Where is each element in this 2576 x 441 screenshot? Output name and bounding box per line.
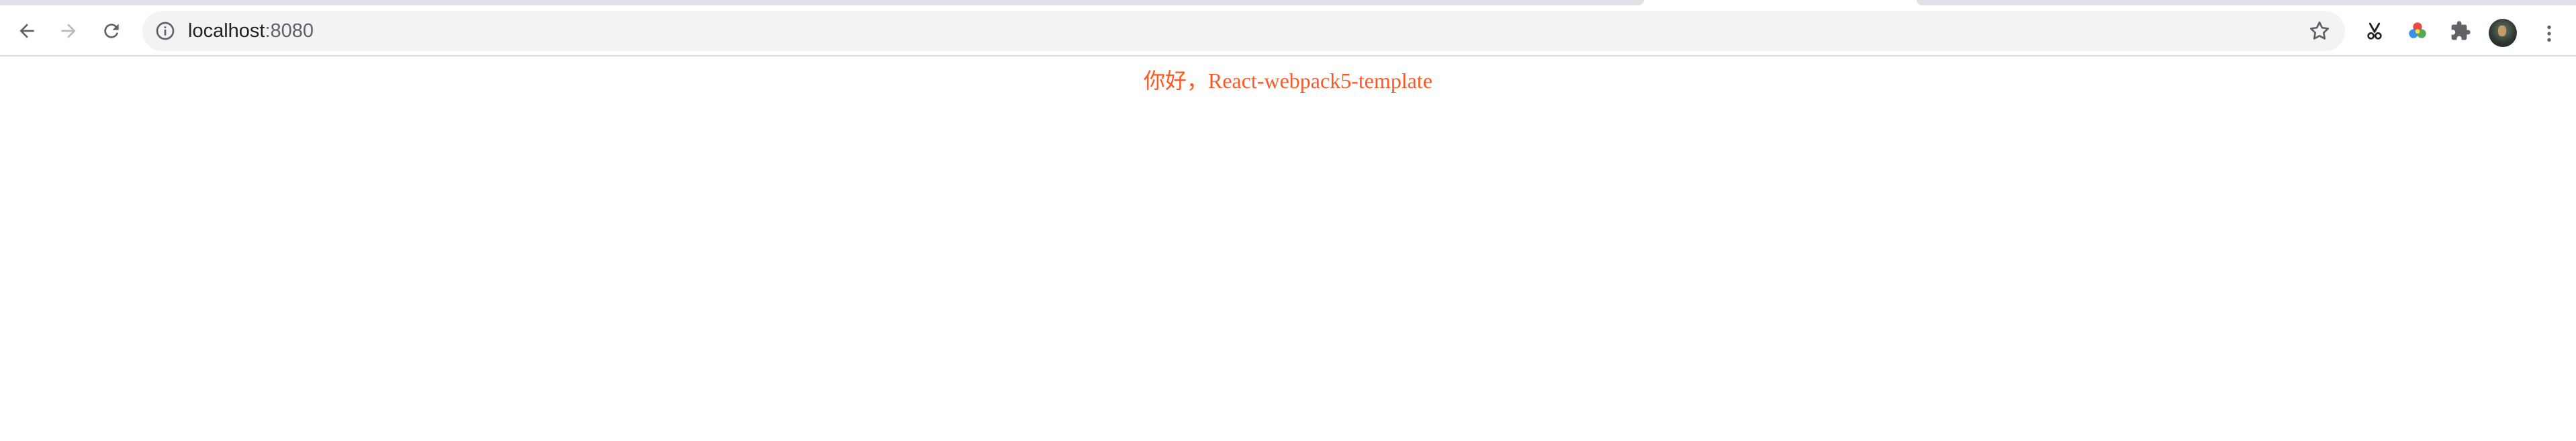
back-button[interactable]	[8, 12, 46, 50]
kebab-menu-icon	[2547, 26, 2551, 42]
url-port: :8080	[265, 20, 314, 42]
page-content: 你好，React-webpack5-template	[0, 56, 2576, 441]
url-host: localhost	[188, 20, 265, 42]
inactive-tab-left[interactable]	[0, 0, 1644, 5]
star-outline-icon[interactable]	[2307, 19, 2332, 43]
info-circle-icon[interactable]	[154, 20, 176, 42]
extension-scissors-button[interactable]	[2357, 13, 2392, 48]
extension-color-button[interactable]	[2400, 13, 2435, 48]
puzzle-piece-icon	[2451, 21, 2471, 40]
inactive-tab-right[interactable]	[1917, 0, 2576, 5]
reload-icon	[104, 24, 119, 38]
scissors-icon	[2367, 22, 2382, 40]
profile-avatar[interactable]	[2489, 19, 2517, 47]
greeting-text: 你好，React-webpack5-template	[1143, 69, 1433, 93]
address-bar[interactable]: localhost:8080	[142, 11, 2345, 51]
browser-toolbar: localhost:8080	[0, 5, 2576, 56]
reload-button[interactable]	[93, 12, 130, 50]
url-text[interactable]: localhost:8080	[188, 11, 314, 51]
arrow-right-icon	[61, 24, 76, 38]
color-wheel-icon	[2409, 22, 2426, 38]
extensions-button[interactable]	[2443, 13, 2478, 48]
forward-button[interactable]	[50, 12, 87, 50]
browser-menu-button[interactable]	[2536, 16, 2563, 51]
arrow-left-icon	[19, 24, 34, 38]
